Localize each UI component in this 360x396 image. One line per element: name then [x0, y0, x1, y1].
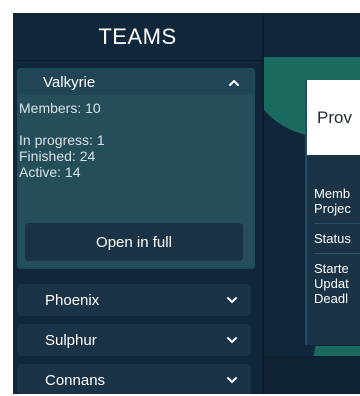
sidebar-header: TEAMS: [13, 13, 262, 61]
in-progress-count: In progress: 1: [19, 132, 105, 148]
project-card[interactable]: Prov Memb Projec Status Starte Updat Dea…: [305, 80, 360, 345]
card-row-deadline: Deadl: [314, 291, 348, 306]
card-divider: [314, 223, 360, 224]
members-count: Members: 10: [19, 100, 101, 116]
main-panel: Prov Memb Projec Status Starte Updat Dea…: [264, 13, 360, 394]
finished-count: Finished: 24: [19, 148, 96, 164]
open-in-full-button[interactable]: Open in full: [25, 223, 243, 261]
chevron-down-icon[interactable]: [225, 373, 239, 387]
team-header-sulphur[interactable]: Sulphur: [17, 324, 251, 356]
main-topbar: [264, 13, 360, 61]
team-name: Phoenix: [45, 291, 100, 309]
card-row-started: Starte: [314, 261, 349, 276]
sidebar-title: TEAMS: [98, 23, 177, 49]
team-name: Connans: [45, 371, 106, 389]
team-header-valkyrie[interactable]: Valkyrie: [19, 70, 253, 95]
card-divider: [314, 253, 360, 254]
chevron-down-icon[interactable]: [225, 333, 239, 347]
active-count: Active: 14: [19, 164, 81, 180]
team-card-sulphur[interactable]: Sulphur: [17, 324, 251, 356]
bottom-bar: [264, 356, 360, 394]
chevron-down-icon[interactable]: [225, 293, 239, 307]
chevron-up-icon[interactable]: [227, 76, 241, 90]
team-header-phoenix[interactable]: Phoenix: [17, 284, 251, 316]
project-card-title: Prov: [307, 80, 360, 155]
team-card-connans[interactable]: Connans: [17, 364, 251, 394]
card-row-status: Status: [314, 231, 351, 246]
project-card-body: Memb Projec Status Starte Updat Deadl: [307, 155, 360, 306]
app-frame: TEAMS Valkyrie Members: 10 In progress: …: [13, 13, 360, 394]
team-details: Members: 10 In progress: 1 Finished: 24 …: [19, 95, 253, 180]
teams-sidebar: TEAMS Valkyrie Members: 10 In progress: …: [13, 13, 264, 394]
team-card-phoenix[interactable]: Phoenix: [17, 284, 251, 316]
card-row-members: Memb: [314, 186, 351, 201]
team-header-connans[interactable]: Connans: [17, 364, 251, 394]
team-name: Sulphur: [45, 331, 97, 349]
team-stats: In progress: 1 Finished: 24 Active: 14: [19, 132, 253, 180]
card-row-updated: Updat: [314, 276, 349, 291]
team-name: Valkyrie: [43, 74, 96, 91]
card-row-project: Projec: [314, 201, 351, 216]
team-card-valkyrie: Valkyrie Members: 10 In progress: 1 Fini…: [17, 68, 255, 269]
